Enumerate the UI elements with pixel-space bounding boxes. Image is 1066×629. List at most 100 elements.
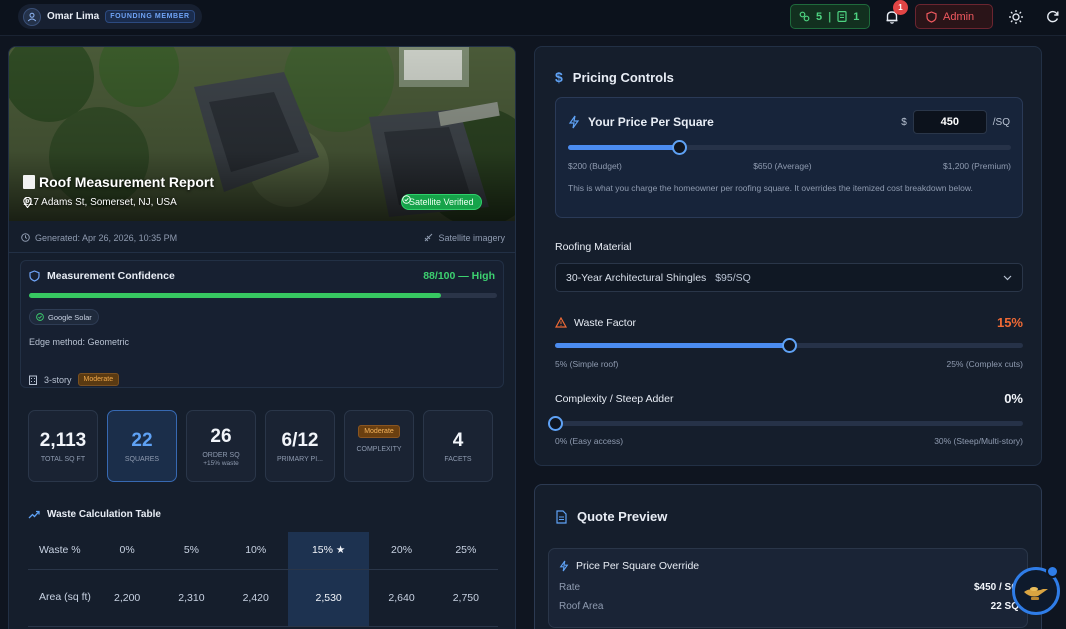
document-icon bbox=[837, 11, 847, 22]
stat-complexity: Moderate COMPLEXITY bbox=[344, 410, 414, 482]
quote-preview-panel: Quote Preview Price Per Square Override … bbox=[534, 484, 1042, 629]
generated-info: Generated: Apr 26, 2026, 10:35 PM bbox=[21, 233, 177, 243]
stat-label: PRIMARY PI... bbox=[276, 455, 324, 463]
stat-value: 4 bbox=[452, 429, 464, 451]
complexity-scale-high: 30% (Steep/Multi-story) bbox=[934, 436, 1023, 446]
waste-scale-high: 25% (Complex cuts) bbox=[946, 359, 1023, 369]
difficulty-tag: Moderate bbox=[77, 373, 120, 386]
map-pin-icon bbox=[23, 197, 32, 208]
complexity-slider[interactable] bbox=[548, 416, 1023, 431]
genie-lamp-icon bbox=[1024, 587, 1048, 600]
notification-badge: 1 bbox=[893, 0, 908, 15]
material-price: $95/SQ bbox=[715, 271, 751, 284]
waste-table-header: Waste % 0% 5% 10% 15% ★ 20% 25% bbox=[28, 532, 498, 570]
price-override-card: Price Per Square Override Rate $450 / SQ… bbox=[548, 548, 1028, 628]
waste-table-title: Waste Calculation Table bbox=[47, 509, 161, 520]
waste-factor-label: Waste Factor bbox=[555, 317, 636, 329]
count-separator: | bbox=[828, 10, 832, 23]
stat-label: SQUARES bbox=[124, 455, 160, 463]
waste-slider-fill bbox=[555, 343, 789, 348]
price-override-title-text: Price Per Square Override bbox=[576, 560, 700, 572]
microphone-icon[interactable] bbox=[1046, 565, 1059, 578]
waste-factor-text: Waste Factor bbox=[574, 316, 637, 329]
confidence-bar-fill bbox=[29, 293, 441, 298]
price-override-title: Price Per Square Override bbox=[559, 560, 699, 572]
price-per-square-card: Your Price Per Square $ /SQ $200 (Budget… bbox=[555, 97, 1023, 218]
stat-label: ORDER SQ bbox=[202, 451, 240, 459]
chevron-down-icon bbox=[1003, 275, 1012, 280]
table-cell: 2,200 bbox=[95, 569, 160, 627]
dollar-icon: $ bbox=[555, 69, 563, 85]
activity-counts[interactable]: 5 | 1 bbox=[790, 4, 870, 29]
price-scale-mid: $650 (Average) bbox=[753, 161, 812, 171]
shield-icon bbox=[29, 270, 40, 282]
column-header: 20% bbox=[369, 532, 434, 570]
address-text: 117 Adams St, Somerset, NJ, USA bbox=[23, 197, 177, 208]
price-slider[interactable] bbox=[568, 140, 1011, 155]
admin-button[interactable]: Admin bbox=[915, 4, 993, 29]
material-select[interactable]: 30-Year Architectural Shingles $95/SQ bbox=[555, 263, 1023, 292]
stat-primary-pitch: 6/12 PRIMARY PI... bbox=[265, 410, 335, 482]
theme-toggle-icon[interactable] bbox=[1008, 9, 1024, 25]
user-menu[interactable]: Omar Lima FOUNDING MEMBER bbox=[18, 4, 202, 29]
generated-text: Generated: Apr 26, 2026, 10:35 PM bbox=[35, 232, 178, 243]
price-per-square-label: Your Price Per Square bbox=[588, 115, 714, 129]
roof-area-row: Roof Area 22 SQ bbox=[559, 601, 1019, 612]
check-circle-icon bbox=[36, 313, 44, 321]
waste-table-heading: Waste Calculation Table bbox=[28, 509, 161, 520]
price-per-square-input[interactable] bbox=[912, 110, 987, 134]
price-slider-fill bbox=[568, 145, 679, 150]
row-label: Area (sq ft) bbox=[28, 569, 95, 627]
trending-up-icon bbox=[28, 510, 40, 519]
pricing-controls-panel: $ Pricing Controls Your Price Per Square… bbox=[534, 46, 1042, 466]
column-header: 0% bbox=[95, 532, 160, 570]
edge-method: Edge method: Geometric bbox=[29, 337, 130, 347]
stat-label: TOTAL SQ FT bbox=[40, 455, 86, 463]
satellite-verified-text: Satellite Verified bbox=[409, 197, 474, 207]
table-cell-selected: 2,530 bbox=[287, 569, 370, 627]
source-chip-text: Google Solar bbox=[48, 312, 92, 322]
price-input-row: $ /SQ bbox=[901, 110, 1010, 134]
column-header: 25% bbox=[433, 532, 498, 570]
waste-slider-handle[interactable] bbox=[782, 338, 797, 353]
count-leads: 5 bbox=[816, 10, 823, 23]
price-scale-high: $1,200 (Premium) bbox=[942, 161, 1011, 171]
waste-slider[interactable] bbox=[555, 338, 1023, 353]
check-circle-icon bbox=[402, 195, 411, 204]
stats-row: 2,113 TOTAL SQ FT 22 SQUARES 26 ORDER SQ… bbox=[28, 410, 493, 482]
imagery-text: Satellite imagery bbox=[438, 232, 505, 243]
column-header: 5% bbox=[159, 532, 224, 570]
roof-area-label: Roof Area bbox=[559, 601, 604, 612]
confidence-card: Measurement Confidence 88/100 — High Goo… bbox=[20, 260, 504, 388]
quote-preview-title-text: Quote Preview bbox=[577, 509, 668, 524]
report-address: 117 Adams St, Somerset, NJ, USA bbox=[23, 197, 177, 208]
stat-total-sqft: 2,113 TOTAL SQ FT bbox=[28, 410, 98, 482]
satellite-verified-badge: Satellite Verified bbox=[401, 194, 482, 210]
source-chip: Google Solar bbox=[29, 309, 99, 325]
complexity-tag: Moderate bbox=[358, 425, 400, 438]
stat-sub: +15% waste bbox=[203, 459, 239, 467]
price-scale-low: $200 (Budget) bbox=[568, 161, 622, 171]
link-icon bbox=[799, 11, 810, 22]
rate-row: Rate $450 / SQ bbox=[559, 582, 1019, 593]
stat-value: 22 bbox=[131, 429, 153, 451]
story-text: 3-story bbox=[44, 374, 72, 385]
complexity-slider-handle[interactable] bbox=[548, 416, 563, 431]
table-cell: 2,640 bbox=[369, 569, 434, 627]
user-avatar-icon bbox=[23, 7, 41, 26]
stat-order-sq: 26 ORDER SQ +15% waste bbox=[186, 410, 256, 482]
satellite-image: Roof Measurement Report 117 Adams St, So… bbox=[9, 47, 515, 221]
refresh-icon[interactable] bbox=[1045, 9, 1060, 24]
rate-label: Rate bbox=[559, 582, 581, 593]
complexity-scale: 0% (Easy access) 30% (Steep/Multi-story) bbox=[555, 436, 1023, 446]
price-slider-handle[interactable] bbox=[671, 140, 687, 155]
quote-preview-title: Quote Preview bbox=[555, 509, 667, 524]
top-bar: Omar Lima FOUNDING MEMBER 5 | 1 1 Admin bbox=[0, 0, 1066, 36]
stat-squares[interactable]: 22 SQUARES bbox=[107, 410, 177, 482]
count-reports: 1 bbox=[853, 10, 860, 23]
pricing-title: $ Pricing Controls bbox=[555, 69, 674, 85]
satellite-icon bbox=[425, 233, 433, 242]
column-header-selected: 15% ★ bbox=[287, 532, 370, 570]
material-label: Roofing Material bbox=[555, 241, 632, 253]
confidence-title: Measurement Confidence bbox=[29, 270, 175, 282]
